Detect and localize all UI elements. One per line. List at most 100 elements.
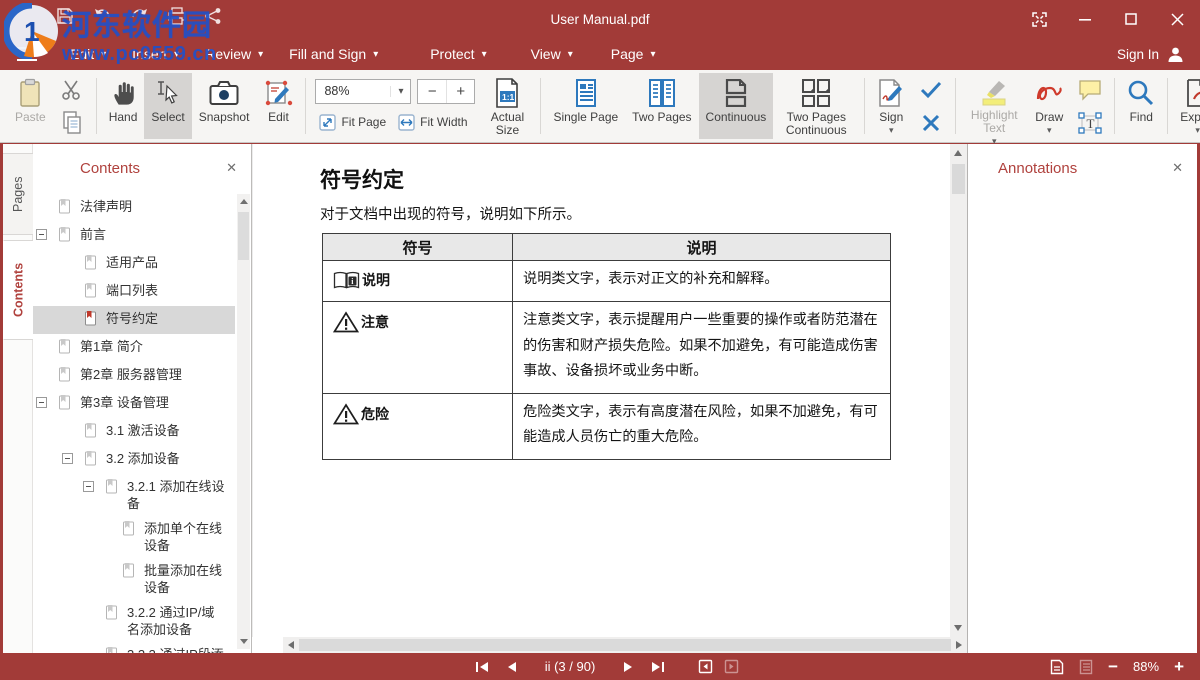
cut-button[interactable] <box>57 76 87 104</box>
toc-item[interactable]: 端口列表 <box>33 278 235 306</box>
user-icon <box>1167 46 1184 63</box>
hamburger-menu-icon[interactable] <box>17 47 37 61</box>
fit-width-button[interactable]: Fit Width <box>394 111 471 134</box>
find-button[interactable]: Find <box>1120 73 1162 139</box>
zoom-in-button[interactable]: + <box>1174 659 1184 675</box>
zoom-in-button[interactable]: + <box>447 80 475 103</box>
menu-review[interactable]: Review▾ <box>192 38 276 70</box>
bookmark-icon <box>58 395 71 414</box>
scroll-up-icon[interactable] <box>954 150 962 156</box>
scroll-down-icon[interactable] <box>240 639 248 644</box>
document-horizontal-scrollbar[interactable] <box>283 637 967 653</box>
single-page-view-icon[interactable] <box>1050 659 1064 675</box>
zoom-out-button[interactable]: − <box>1108 659 1118 675</box>
toc-item[interactable]: 前言 <box>33 222 235 250</box>
collapse-toggle-icon[interactable] <box>36 229 47 240</box>
zoom-level-combobox[interactable]: 88% ▾ <box>315 79 411 104</box>
reject-x-button[interactable] <box>916 109 946 137</box>
menu-view[interactable]: View▾ <box>518 38 586 70</box>
previous-page-button[interactable] <box>506 661 517 673</box>
toc-item-selected[interactable]: 符号约定 <box>33 306 235 334</box>
toc-item[interactable]: 3.1 激活设备 <box>33 418 235 446</box>
toc-item[interactable]: 批量添加在线设备 <box>33 558 235 600</box>
fit-width-icon <box>398 114 415 131</box>
close-button[interactable] <box>1154 0 1200 38</box>
document-vertical-scrollbar[interactable] <box>950 144 967 637</box>
scrollbar-thumb[interactable] <box>952 164 965 194</box>
two-pages-continuous-button[interactable]: Two Pages Continuous <box>773 73 859 139</box>
paste-button[interactable]: Paste <box>8 73 53 139</box>
previous-view-button[interactable] <box>698 659 713 674</box>
reading-view-icon[interactable] <box>1079 659 1093 675</box>
scroll-up-icon[interactable] <box>240 199 248 204</box>
highlight-text-button[interactable]: Highlight Text ▾ <box>961 73 1027 139</box>
next-view-button[interactable] <box>724 659 739 674</box>
scrollbar-thumb[interactable] <box>238 212 249 260</box>
toc-item[interactable]: 第2章 服务器管理 <box>33 362 235 390</box>
toc-item[interactable]: 添加单个在线设备 <box>33 516 235 558</box>
export-button[interactable]: Export ▾ <box>1173 73 1200 139</box>
two-pages-button[interactable]: Two Pages <box>625 73 698 139</box>
scroll-left-icon[interactable] <box>288 641 294 649</box>
toc-item[interactable]: 3.2.3 通过IP段添加设备 <box>33 642 235 653</box>
continuous-view-button[interactable]: Continuous <box>699 73 774 139</box>
actual-size-button[interactable]: 1:1 Actual Size <box>479 73 535 139</box>
toc-item[interactable]: 3.2.1 添加在线设备 <box>33 474 235 516</box>
collapse-toggle-icon[interactable] <box>62 453 73 464</box>
maximize-button[interactable] <box>1108 0 1154 38</box>
zoom-level-indicator[interactable]: 88% <box>1133 659 1159 674</box>
chevron-down-icon: ▾ <box>650 48 655 60</box>
scrollbar-thumb[interactable] <box>299 639 951 651</box>
sticky-note-button[interactable] <box>1075 76 1105 104</box>
first-page-button[interactable] <box>475 661 489 673</box>
close-icon[interactable]: ✕ <box>1172 160 1183 176</box>
collapse-toggle-icon[interactable] <box>83 481 94 492</box>
edit-tool-button[interactable]: Edit <box>256 73 300 139</box>
approve-check-button[interactable] <box>916 76 946 104</box>
svg-text:1:1: 1:1 <box>502 92 515 102</box>
toc-item[interactable]: 第3章 设备管理 <box>33 390 235 418</box>
select-tool-button[interactable]: Select <box>144 73 191 139</box>
copy-button[interactable] <box>57 109 87 137</box>
menu-page[interactable]: Page▾ <box>598 38 669 70</box>
toc-item[interactable]: 第1章 简介 <box>33 334 235 362</box>
scroll-right-icon[interactable] <box>956 641 962 649</box>
collapse-toggle-icon[interactable] <box>36 397 47 408</box>
menu-edit[interactable]: Edit▾ <box>57 38 119 70</box>
chevron-down-icon: ▾ <box>174 48 179 60</box>
minimize-button[interactable] <box>1062 0 1108 38</box>
close-icon[interactable]: ✕ <box>226 160 237 176</box>
tab-pages[interactable]: Pages <box>3 153 33 235</box>
toc-item[interactable]: 3.2 添加设备 <box>33 446 235 474</box>
scroll-down-icon[interactable] <box>954 625 962 631</box>
last-page-button[interactable] <box>651 661 665 673</box>
toc-item[interactable]: 法律声明 <box>33 194 235 222</box>
toolbar-separator <box>864 78 865 134</box>
contents-scrollbar[interactable] <box>237 194 250 649</box>
draw-button[interactable]: Draw ▾ <box>1027 73 1071 139</box>
main-area: Pages Contents Contents ✕ 法律声明 前言 适用产品 端… <box>3 144 1197 653</box>
bookmark-icon <box>84 255 97 274</box>
bookmark-icon <box>84 311 97 330</box>
menu-insert[interactable]: Insert▾ <box>119 38 192 70</box>
text-box-button[interactable]: T <box>1075 109 1105 137</box>
sign-in-button[interactable]: Sign In <box>1117 46 1184 63</box>
hand-tool-button[interactable]: Hand <box>102 73 145 139</box>
zoom-out-button[interactable]: − <box>418 80 447 103</box>
tab-contents[interactable]: Contents <box>3 240 33 340</box>
page-number-indicator[interactable]: ii (3 / 90) <box>534 659 606 674</box>
next-page-button[interactable] <box>623 661 634 673</box>
menu-protect[interactable]: Protect▾ <box>417 38 499 70</box>
annotations-panel-title: Annotations <box>998 160 1077 177</box>
bookmark-icon <box>58 339 71 358</box>
fullscreen-toggle-button[interactable] <box>1016 0 1062 38</box>
contents-panel: Contents ✕ 法律声明 前言 适用产品 端口列表 符号约定 第1章 简介… <box>33 144 252 653</box>
toc-item[interactable]: 3.2.2 通过IP/域名添加设备 <box>33 600 235 642</box>
fit-page-button[interactable]: Fit Page <box>315 111 390 134</box>
snapshot-button[interactable]: Snapshot <box>192 73 257 139</box>
two-pages-icon <box>648 78 676 108</box>
single-page-button[interactable]: Single Page <box>546 73 625 139</box>
toc-item[interactable]: 适用产品 <box>33 250 235 278</box>
menu-fill-and-sign[interactable]: Fill and Sign▾ <box>276 38 391 70</box>
sign-button[interactable]: Sign ▾ <box>870 73 912 139</box>
